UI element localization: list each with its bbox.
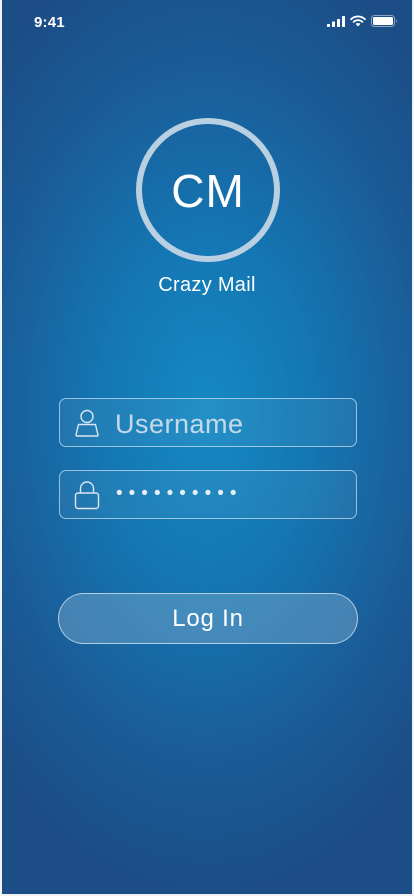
- signal-icon: [327, 15, 345, 27]
- battery-icon: [371, 15, 397, 27]
- status-icons: [327, 15, 398, 27]
- password-field[interactable]: ••••••••••: [59, 470, 357, 519]
- login-screen: 9:41 CM Crazy Mail Username •••••••••• L…: [0, 0, 414, 896]
- logo-initials: CM: [171, 165, 245, 217]
- app-logo: CM: [136, 118, 280, 262]
- status-time: 9:41: [34, 14, 65, 31]
- login-button[interactable]: Log In: [58, 593, 358, 644]
- username-field[interactable]: Username: [59, 398, 357, 447]
- login-button-label: Log In: [172, 604, 244, 632]
- lock-icon: [74, 481, 100, 510]
- username-input[interactable]: Username: [115, 409, 244, 440]
- wifi-icon: [350, 15, 366, 27]
- user-icon: [75, 409, 99, 437]
- app-name: Crazy Mail: [158, 274, 256, 296]
- status-bar: 9:41: [2, 0, 412, 44]
- password-input[interactable]: ••••••••••: [116, 483, 243, 505]
